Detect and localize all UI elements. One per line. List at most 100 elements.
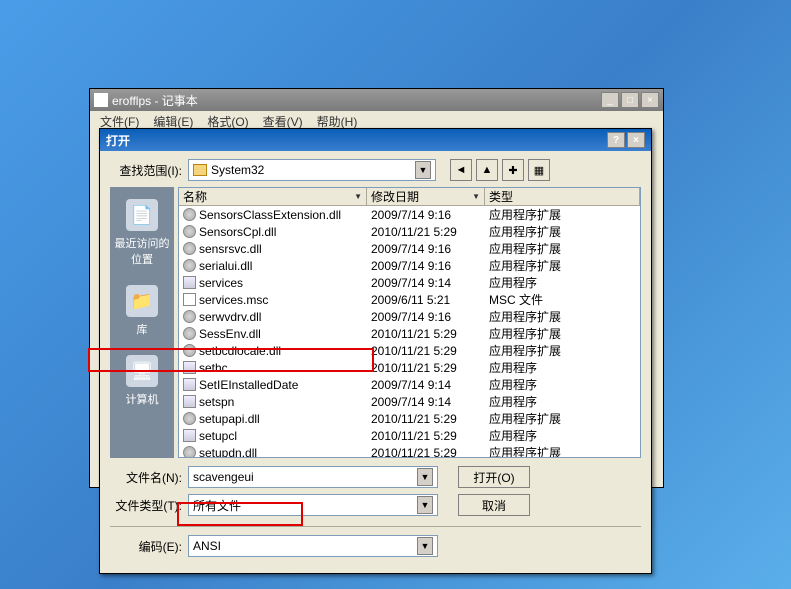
- file-type: 应用程序: [485, 427, 640, 444]
- file-date: 2009/7/14 9:16: [367, 242, 485, 256]
- separator: [110, 526, 641, 527]
- sidebar-item-recent[interactable]: 📄 最近访问的位置: [110, 199, 174, 267]
- file-list-header: 名称▼ 修改日期▼ 类型: [179, 188, 640, 206]
- file-icon: [183, 310, 196, 323]
- filename-value: scavengeui: [193, 470, 254, 484]
- file-date: 2010/11/21 5:29: [367, 344, 485, 358]
- file-row[interactable]: SensorsClassExtension.dll 2009/7/14 9:16应…: [179, 206, 640, 223]
- column-header-date[interactable]: 修改日期▼: [367, 188, 485, 205]
- file-type: MSC 文件: [485, 291, 640, 308]
- dialog-toolbar: ◄ ▲ ✚ ▦: [450, 159, 550, 181]
- file-name: SensorsClassExtension.dll: [199, 208, 341, 222]
- file-row[interactable]: setupcl2010/11/21 5:29应用程序: [179, 427, 640, 444]
- file-row[interactable]: setupapi.dll 2010/11/21 5:29应用程序扩展: [179, 410, 640, 427]
- file-date: 2009/7/14 9:14: [367, 276, 485, 290]
- file-row[interactable]: SessEnv.dll2010/11/21 5:29应用程序扩展: [179, 325, 640, 342]
- chevron-down-icon[interactable]: ▼: [417, 537, 433, 555]
- file-icon: [183, 344, 196, 357]
- dialog-titlebar: 打开 ? ×: [100, 129, 651, 151]
- encoding-value: ANSI: [193, 539, 221, 553]
- file-name: setbcdlocale.dll: [199, 344, 281, 358]
- file-row[interactable]: setspn2009/7/14 9:14应用程序: [179, 393, 640, 410]
- open-button[interactable]: 打开(O): [458, 466, 530, 488]
- chevron-down-icon[interactable]: ▼: [415, 161, 431, 179]
- file-icon: [183, 327, 196, 340]
- column-header-name[interactable]: 名称▼: [179, 188, 367, 205]
- file-row[interactable]: serialui.dll2009/7/14 9:16应用程序扩展: [179, 257, 640, 274]
- file-date: 2009/7/14 9:16: [367, 259, 485, 273]
- filetype-value: 所有文件: [193, 497, 241, 514]
- close-button[interactable]: ×: [641, 92, 659, 108]
- file-type: 应用程序扩展: [485, 240, 640, 257]
- encoding-combo[interactable]: ANSI ▼: [188, 535, 438, 557]
- file-type: 应用程序扩展: [485, 410, 640, 427]
- file-icon: [183, 293, 196, 306]
- file-date: 2010/11/21 5:29: [367, 429, 485, 443]
- file-type: 应用程序扩展: [485, 342, 640, 359]
- sidebar-library-label: 库: [137, 321, 148, 337]
- file-type: 应用程序: [485, 376, 640, 393]
- file-name: setspn: [199, 395, 234, 409]
- up-button[interactable]: ▲: [476, 159, 498, 181]
- dialog-close-button[interactable]: ×: [627, 132, 645, 148]
- file-date: 2009/6/11 5:21: [367, 293, 485, 307]
- file-type: 应用程序: [485, 393, 640, 410]
- file-row[interactable]: SetIEInstalledDate 2009/7/14 9:14应用程序: [179, 376, 640, 393]
- file-name: SensorsCpl.dll: [199, 225, 276, 239]
- dialog-help-button[interactable]: ?: [607, 132, 625, 148]
- file-row[interactable]: services2009/7/14 9:14应用程序: [179, 274, 640, 291]
- file-row[interactable]: sethc2010/11/21 5:29应用程序: [179, 359, 640, 376]
- cancel-button[interactable]: 取消: [458, 494, 530, 516]
- chevron-down-icon[interactable]: ▼: [417, 496, 433, 514]
- lookin-combo[interactable]: System32 ▼: [188, 159, 436, 181]
- sidebar-item-computer[interactable]: 🖥 计算机: [126, 355, 159, 407]
- file-list-rows[interactable]: SensorsClassExtension.dll2009/7/14 9:16应…: [179, 206, 640, 457]
- file-type: 应用程序扩展: [485, 223, 640, 240]
- titlebar-buttons: _ □ ×: [601, 92, 659, 108]
- file-name: services: [199, 276, 243, 290]
- file-row[interactable]: setbcdlocale.dll 2010/11/21 5:29应用程序扩展: [179, 342, 640, 359]
- file-name: serialui.dll: [199, 259, 252, 273]
- file-icon: [183, 361, 196, 374]
- file-date: 2010/11/21 5:29: [367, 412, 485, 426]
- filetype-combo[interactable]: 所有文件 ▼: [188, 494, 438, 516]
- file-type: 应用程序扩展: [485, 444, 640, 457]
- sidebar-item-library[interactable]: 📁 库: [126, 285, 158, 337]
- filetype-label: 文件类型(T):: [110, 497, 182, 514]
- encoding-label: 编码(E):: [110, 538, 182, 555]
- file-name: SessEnv.dll: [199, 327, 261, 341]
- file-icon: [183, 242, 196, 255]
- file-name: setupapi.dll: [199, 412, 260, 426]
- file-row[interactable]: services.msc2009/6/11 5:21MSC 文件: [179, 291, 640, 308]
- file-name: setupdn.dll: [199, 446, 257, 458]
- column-header-type[interactable]: 类型: [485, 188, 640, 205]
- file-icon: [183, 412, 196, 425]
- file-date: 2010/11/21 5:29: [367, 225, 485, 239]
- chevron-down-icon[interactable]: ▼: [417, 468, 433, 486]
- minimize-button[interactable]: _: [601, 92, 619, 108]
- notepad-titlebar: erofflps - 记事本 _ □ ×: [90, 89, 663, 111]
- file-icon: [183, 276, 196, 289]
- file-row[interactable]: serwvdrv.dll2009/7/14 9:16应用程序扩展: [179, 308, 640, 325]
- file-date: 2009/7/14 9:14: [367, 378, 485, 392]
- file-icon: [183, 395, 196, 408]
- file-row[interactable]: SensorsCpl.dll 2010/11/21 5:29应用程序扩展: [179, 223, 640, 240]
- new-folder-button[interactable]: ✚: [502, 159, 524, 181]
- folder-icon: [193, 164, 207, 176]
- view-menu-button[interactable]: ▦: [528, 159, 550, 181]
- places-sidebar: 📄 最近访问的位置 📁 库 🖥 计算机: [110, 187, 174, 458]
- file-type: 应用程序扩展: [485, 206, 640, 223]
- filename-input[interactable]: scavengeui ▼: [188, 466, 438, 488]
- file-name: SetIEInstalledDate: [199, 378, 298, 392]
- file-date: 2010/11/21 5:29: [367, 327, 485, 341]
- file-date: 2009/7/14 9:16: [367, 208, 485, 222]
- file-date: 2010/11/21 5:29: [367, 361, 485, 375]
- file-name: sethc: [199, 361, 228, 375]
- file-row[interactable]: setupdn.dll 2010/11/21 5:29应用程序扩展: [179, 444, 640, 457]
- file-row[interactable]: sensrsvc.dll2009/7/14 9:16应用程序扩展: [179, 240, 640, 257]
- file-date: 2010/11/21 5:29: [367, 446, 485, 458]
- maximize-button[interactable]: □: [621, 92, 639, 108]
- file-icon: [183, 446, 196, 457]
- back-button[interactable]: ◄: [450, 159, 472, 181]
- notepad-icon: [94, 93, 108, 107]
